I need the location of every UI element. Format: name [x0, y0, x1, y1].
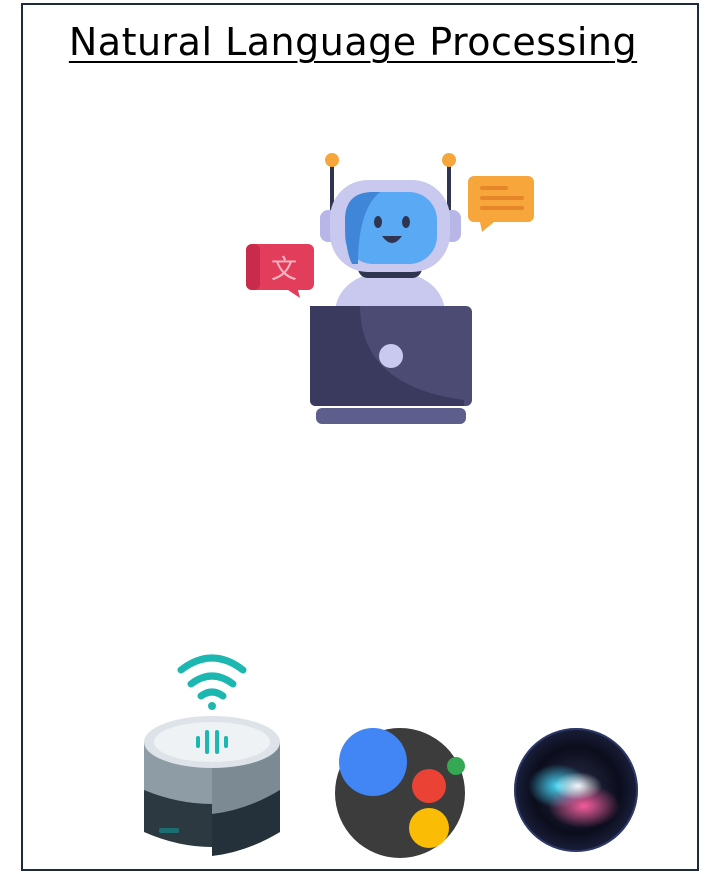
siri-icon — [514, 728, 638, 852]
assistant-yellow-dot — [409, 808, 449, 848]
siri-wave-white — [554, 772, 602, 800]
assistant-blue-dot — [339, 728, 407, 796]
antenna-tip-left — [325, 153, 339, 167]
translate-glyph: 文 — [271, 255, 297, 285]
google-assistant-icon — [335, 728, 465, 858]
smart-speaker-icon — [144, 654, 280, 856]
robot-eye-left — [374, 216, 382, 228]
chat-bubble-icon — [468, 176, 534, 232]
antenna-tip-right — [442, 153, 456, 167]
laptop-base — [316, 408, 466, 424]
robot-laptop-icon: 文 — [246, 153, 534, 424]
diagram-title: Natural Language Processing — [68, 20, 638, 64]
laptop-logo — [379, 344, 403, 368]
translate-bubble-icon: 文 — [246, 244, 314, 298]
wifi-icon — [177, 654, 247, 700]
assistant-red-dot — [412, 769, 446, 803]
robot-eye-right — [402, 216, 410, 228]
assistant-green-dot — [447, 757, 465, 775]
